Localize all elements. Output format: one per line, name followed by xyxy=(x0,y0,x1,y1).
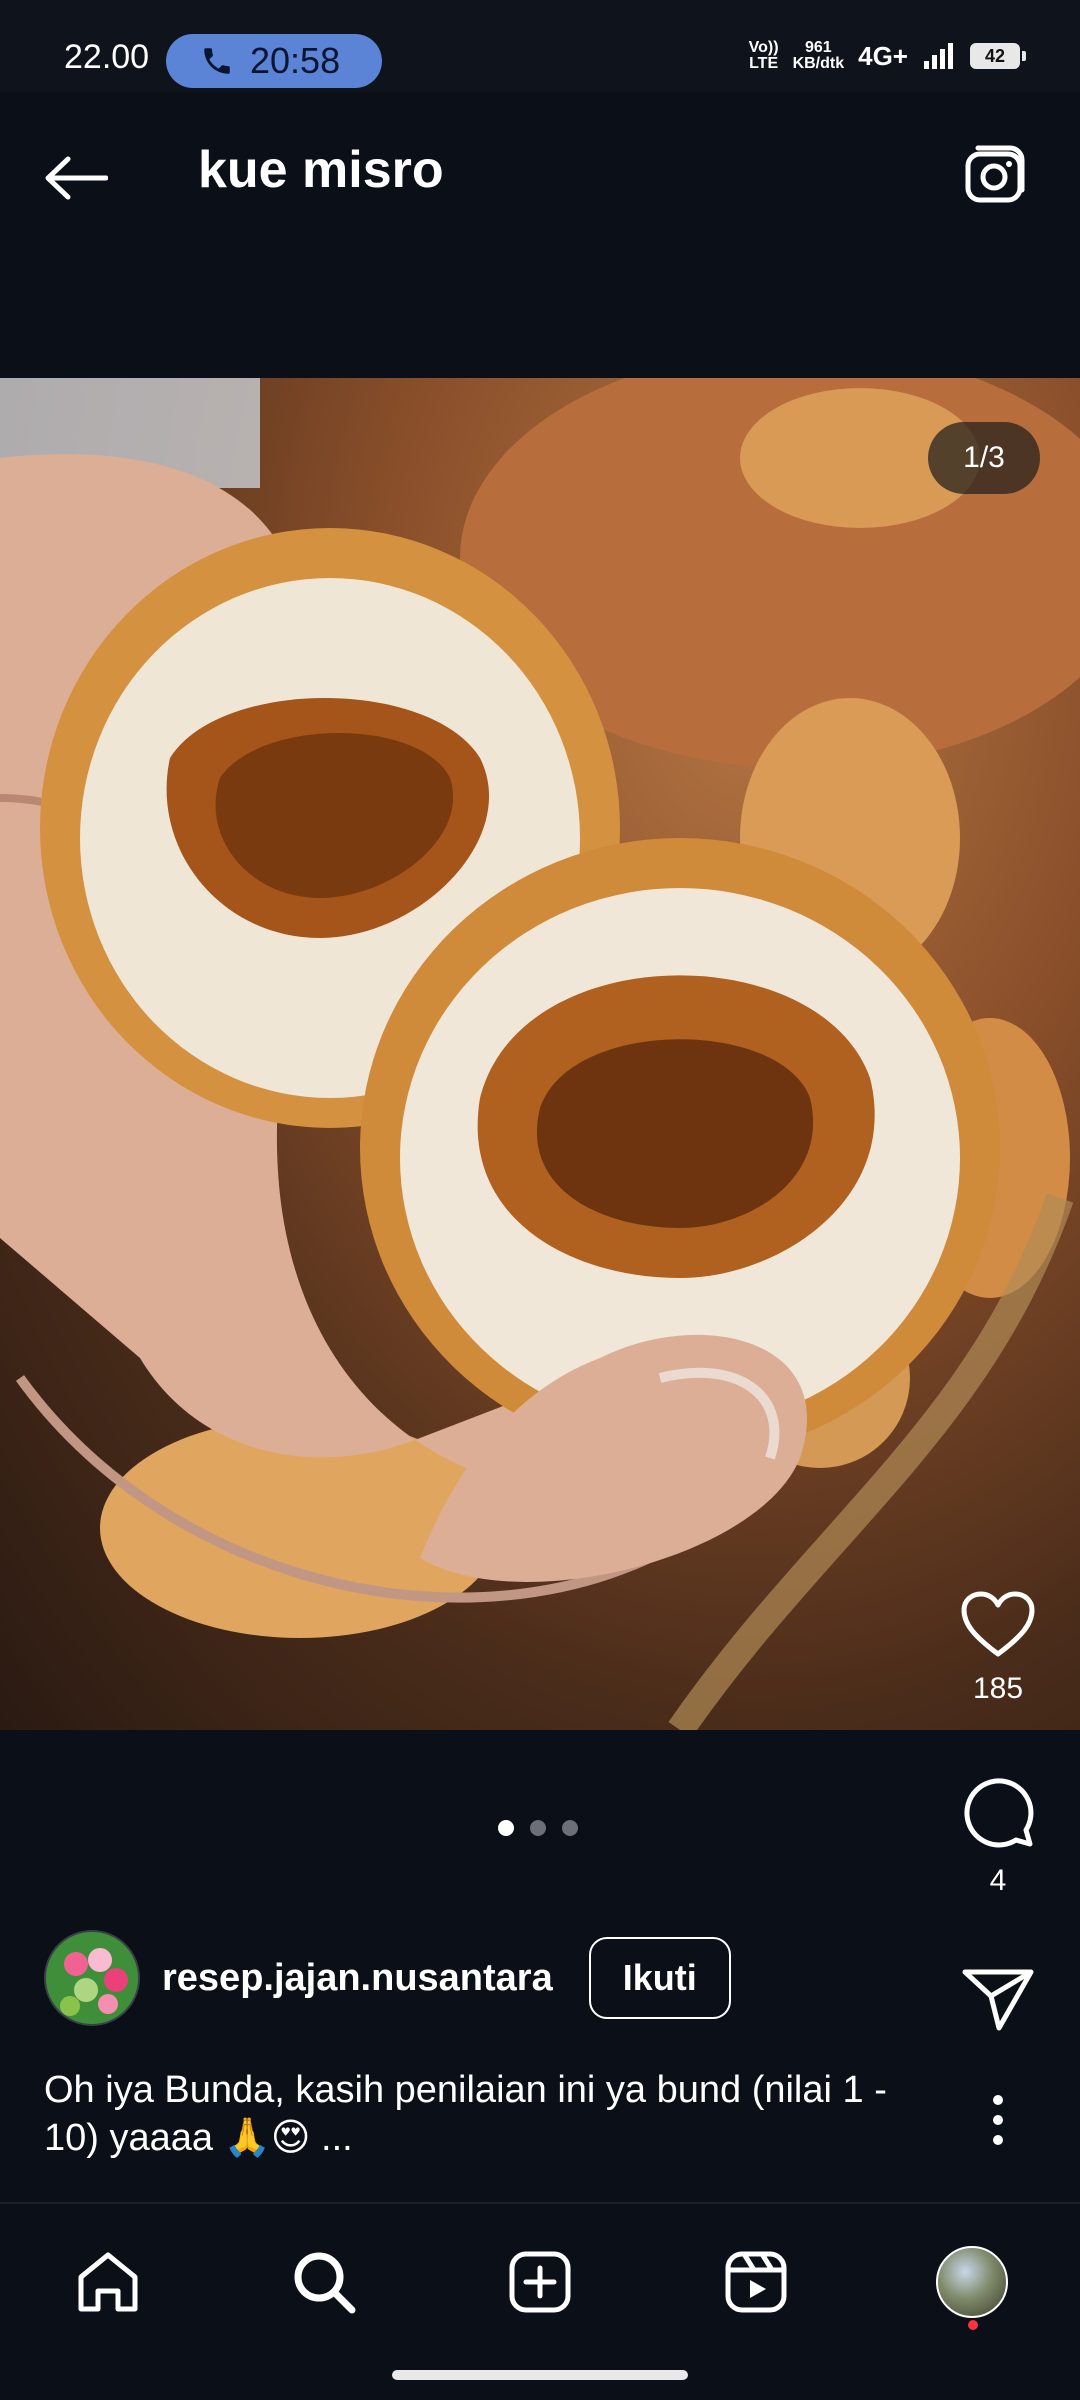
status-bar: 22.00 20:58 Vo)) LTE 961 KB/dtk 4G+ 42 xyxy=(0,0,1080,92)
add-post-icon xyxy=(509,2251,571,2313)
comment-button[interactable]: 4 xyxy=(938,1774,1058,1898)
send-icon xyxy=(962,1969,1034,2031)
ongoing-call-pill[interactable]: 20:58 xyxy=(166,34,382,88)
comment-icon xyxy=(964,1778,1034,1848)
network-type: 4G+ xyxy=(858,40,908,71)
carousel-dot xyxy=(530,1820,546,1836)
battery-indicator: 42 xyxy=(970,43,1026,69)
carousel-indicator xyxy=(498,1820,578,1836)
camera-icon xyxy=(965,145,1025,203)
author-username[interactable]: resep.jajan.nusantara xyxy=(162,1957,553,2000)
arrow-left-icon xyxy=(45,156,108,200)
profile-avatar xyxy=(936,2246,1008,2318)
call-timer: 20:58 xyxy=(250,40,341,81)
status-icons: Vo)) LTE 961 KB/dtk 4G+ 42 xyxy=(748,39,1026,72)
home-icon xyxy=(78,2252,138,2312)
follow-button[interactable]: Ikuti xyxy=(588,1937,731,2019)
more-options-button[interactable] xyxy=(938,2094,1058,2146)
top-bar: kue misro xyxy=(0,92,1080,378)
signal-icon xyxy=(924,43,953,69)
more-vertical-icon xyxy=(993,2095,1003,2145)
home-indicator[interactable] xyxy=(392,2370,688,2380)
like-button[interactable]: 185 xyxy=(938,1590,1058,1706)
network-speed: 961 KB/dtk xyxy=(792,39,845,72)
notification-dot xyxy=(968,2320,978,2330)
like-count: 185 xyxy=(972,1672,1024,1705)
status-time: 22.00 xyxy=(64,38,150,76)
back-button[interactable] xyxy=(40,142,112,214)
image-counter: 1/3 xyxy=(928,422,1040,494)
carousel-dot xyxy=(498,1820,514,1836)
carousel-dot xyxy=(562,1820,578,1836)
phone-icon xyxy=(204,48,230,74)
nav-create[interactable] xyxy=(490,2232,590,2332)
reels-icon xyxy=(725,2251,787,2313)
volte-indicator: Vo)) LTE xyxy=(748,39,779,72)
post-author: resep.jajan.nusantara Ikuti xyxy=(44,1930,731,2026)
fried-cake-illustration xyxy=(0,378,1080,1730)
search-icon xyxy=(294,2252,356,2314)
author-avatar[interactable] xyxy=(44,1930,140,2026)
nav-profile[interactable] xyxy=(922,2232,1022,2332)
heart-icon xyxy=(961,1591,1035,1657)
camera-button[interactable] xyxy=(960,138,1032,210)
share-button[interactable] xyxy=(938,1966,1058,2032)
author-avatar-image xyxy=(46,1932,138,2024)
page-title: kue misro xyxy=(198,141,444,199)
nav-reels[interactable] xyxy=(706,2232,806,2332)
comment-count: 4 xyxy=(989,1864,1007,1897)
post-caption[interactable]: Oh iya Bunda, kasih penilaian ini ya bun… xyxy=(44,2066,924,2162)
nav-home[interactable] xyxy=(58,2232,158,2332)
nav-search[interactable] xyxy=(274,2232,374,2332)
post-image[interactable]: 1/3 xyxy=(0,378,1080,1730)
